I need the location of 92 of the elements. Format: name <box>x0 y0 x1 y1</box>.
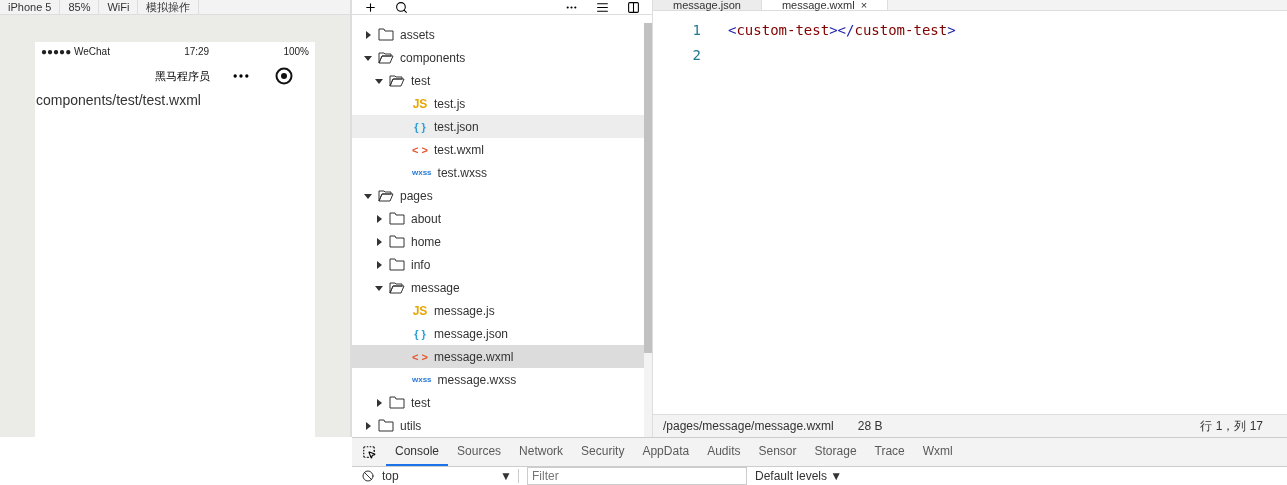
file-name: message.wxss <box>437 372 517 387</box>
folder-name: test <box>411 73 431 88</box>
file-path: /pages/message/message.wxml <box>663 419 834 433</box>
file-item[interactable]: wxss message.wxss <box>352 368 644 391</box>
folder-icon <box>378 419 394 432</box>
folder-item[interactable]: pages <box>352 184 644 207</box>
folder-icon <box>378 28 394 41</box>
folder-icon <box>389 212 405 225</box>
file-name: test.js <box>434 96 466 111</box>
filter-field[interactable]: Filter <box>527 467 747 485</box>
folder-name: utils <box>400 418 422 433</box>
file-type-icon: wxss <box>412 168 432 177</box>
cursor-position: 行 1，列 17 <box>1200 417 1263 435</box>
folder-name: about <box>411 211 442 226</box>
file-name: test.wxml <box>434 142 484 157</box>
file-item[interactable]: JS message.js <box>352 299 644 322</box>
file-name: message.wxml <box>434 349 514 364</box>
folder-icon <box>389 281 405 294</box>
toolbar-dropdown[interactable]: 模拟操作 <box>138 0 200 14</box>
folder-name: components <box>400 50 466 65</box>
file-type-icon: JS <box>412 96 428 111</box>
devtools-tab[interactable]: Trace <box>865 438 914 466</box>
time-label: 17:29 <box>184 45 210 57</box>
folder-icon <box>378 51 394 64</box>
file-type-icon: wxss <box>412 375 432 384</box>
file-type-icon: < > <box>412 350 428 363</box>
file-type-icon: { } <box>412 120 428 133</box>
code-line: <custom-test></custom-test> <box>728 21 956 38</box>
file-item[interactable]: { } test.json <box>352 115 644 138</box>
folder-item[interactable]: home <box>352 230 644 253</box>
inspect-icon[interactable] <box>362 445 376 459</box>
toolbar-dropdown[interactable]: iPhone 5 <box>0 0 61 14</box>
search-icon[interactable] <box>395 0 408 14</box>
add-icon[interactable] <box>364 0 377 14</box>
clear-icon[interactable] <box>362 470 374 482</box>
devtools-tab[interactable]: Console <box>386 438 449 466</box>
file-name: message.js <box>434 303 495 318</box>
battery-label: 100% <box>283 45 309 57</box>
file-size: 28 B <box>857 419 883 433</box>
file-name: test.wxss <box>437 165 487 180</box>
carrier-label: ●●●●● WeChat <box>41 45 110 57</box>
devtools-tab[interactable]: Audits <box>698 438 750 466</box>
folder-item[interactable]: test <box>352 69 644 92</box>
folder-item[interactable]: components <box>352 46 644 69</box>
split-icon[interactable] <box>627 0 640 14</box>
target-icon[interactable] <box>275 67 293 85</box>
editor-tab[interactable]: message.json <box>653 0 762 10</box>
toolbar-dropdown[interactable]: 85% <box>60 0 100 14</box>
context-select[interactable]: top ▼ <box>382 469 519 483</box>
file-item[interactable]: < > message.wxml <box>352 345 644 368</box>
devtools-tab[interactable]: Storage <box>805 438 866 466</box>
file-item[interactable]: < > test.wxml <box>352 138 644 161</box>
editor-tab[interactable]: message.wxml × <box>761 0 889 10</box>
folder-icon <box>389 396 405 409</box>
file-type-icon: < > <box>412 143 428 156</box>
folder-item[interactable]: assets <box>352 23 644 46</box>
file-item[interactable]: wxss test.wxss <box>352 161 644 184</box>
file-type-icon: JS <box>412 303 428 318</box>
toolbar-dropdown[interactable]: WiFi <box>99 0 139 14</box>
devtools-tab[interactable]: AppData <box>633 438 699 466</box>
folder-item[interactable]: about <box>352 207 644 230</box>
folder-item[interactable]: test <box>352 391 644 414</box>
folder-name: info <box>411 257 431 272</box>
folder-name: test <box>411 395 431 410</box>
list-icon[interactable] <box>596 0 609 14</box>
devtools-tab[interactable]: Network <box>510 438 573 466</box>
scrollbar-thumb[interactable] <box>644 23 652 353</box>
file-name: test.json <box>434 119 479 134</box>
folder-name: message <box>411 280 460 295</box>
folder-name: home <box>411 234 442 249</box>
nav-title: 黑马程序员 <box>153 68 211 84</box>
file-name: message.json <box>434 326 509 341</box>
folder-item[interactable]: info <box>352 253 644 276</box>
folder-icon <box>389 258 405 271</box>
file-type-icon: { } <box>412 327 428 340</box>
folder-icon <box>389 235 405 248</box>
folder-icon <box>378 189 394 202</box>
folder-item[interactable]: message <box>352 276 644 299</box>
devtools-tab[interactable]: Sources <box>448 438 511 466</box>
file-item[interactable]: JS test.js <box>352 92 644 115</box>
devtools-tab[interactable]: Security <box>572 438 634 466</box>
page-text: components/test/test.wxml <box>36 92 202 108</box>
folder-icon <box>389 74 405 87</box>
file-item[interactable]: { } message.json <box>352 322 644 345</box>
devtools-tab[interactable]: Wxml <box>913 438 962 466</box>
folder-name: pages <box>400 188 433 203</box>
folder-name: assets <box>400 27 435 42</box>
folder-item[interactable]: utils <box>352 414 644 437</box>
devtools-tab[interactable]: Sensor <box>749 438 806 466</box>
levels-dropdown[interactable]: Default levels ▼ <box>755 469 843 483</box>
line-number: 1 <box>691 21 702 38</box>
line-number: 2 <box>691 46 702 63</box>
